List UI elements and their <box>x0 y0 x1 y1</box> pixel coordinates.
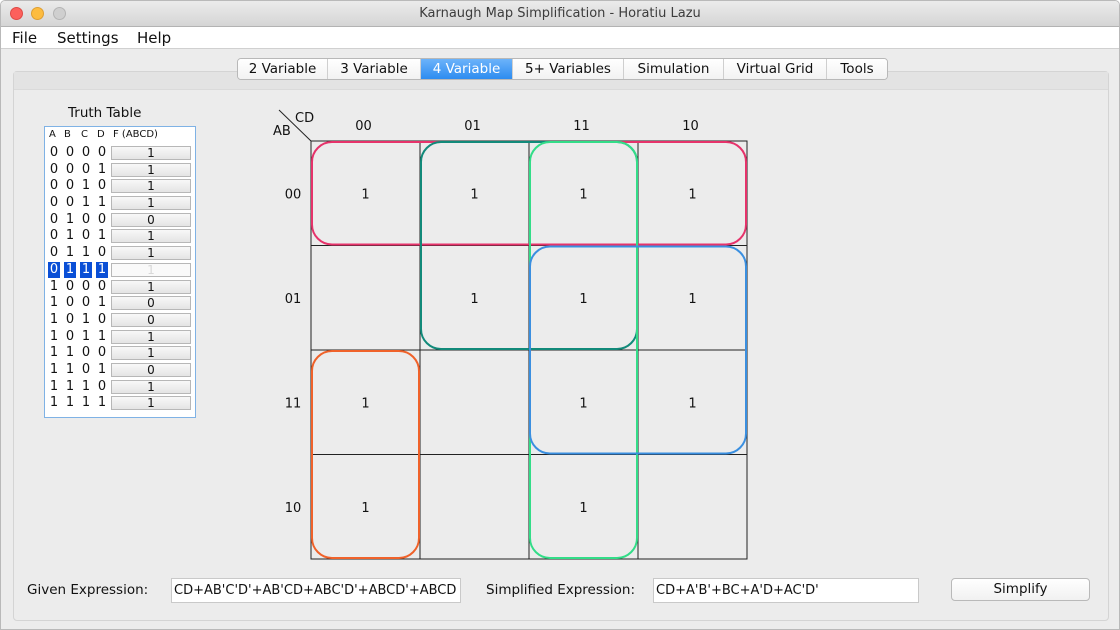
app-window: Karnaugh Map Simplification - Horatiu La… <box>0 0 1120 630</box>
kmap-cell-value[interactable]: 1 <box>579 292 587 307</box>
tab-5-plus-variables[interactable]: 5+ Variables <box>513 59 624 79</box>
kmap-cell-value[interactable]: 1 <box>361 187 369 202</box>
kmap-cell-value[interactable]: 1 <box>579 396 587 411</box>
tab-tools[interactable]: Tools <box>827 59 887 79</box>
kmap-cell-value[interactable]: 1 <box>688 292 696 307</box>
simplify-button[interactable]: Simplify <box>951 578 1090 601</box>
simplified-expression-field[interactable]: CD+A'B'+BC+A'D+AC'D' <box>653 578 919 603</box>
kmap-col-label: 00 <box>355 119 372 134</box>
kmap-col-label: 11 <box>573 119 590 134</box>
kmap-col-label: 10 <box>682 119 699 134</box>
tab-2-variable[interactable]: 2 Variable <box>238 59 328 79</box>
kmap-cell-value[interactable]: 1 <box>579 501 587 516</box>
given-expression-label: Given Expression: <box>27 582 149 598</box>
given-expression-value: CD+AB'C'D'+AB'CD+ABC'D'+ABCD'+ABCD <box>174 583 457 598</box>
given-expression-field[interactable]: CD+AB'C'D'+AB'CD+ABC'D'+ABCD'+ABCD <box>171 578 461 603</box>
kmap-cell-value[interactable]: 1 <box>688 187 696 202</box>
kmap-cell-value[interactable]: 1 <box>470 292 478 307</box>
simplified-expression-value: CD+A'B'+BC+A'D+AC'D' <box>656 583 819 598</box>
kmap-cell-value[interactable]: 1 <box>361 501 369 516</box>
kmap-corner-cd: CD <box>295 111 314 126</box>
karnaugh-map: CDAB 00 01 11 10000111101 1 1 11 1 11 1 11 1 <box>273 109 748 560</box>
tab-3-variable[interactable]: 3 Variable <box>328 59 421 79</box>
kmap-cell-value[interactable]: 1 <box>579 187 587 202</box>
kmap-row-label: 11 <box>285 396 302 411</box>
kmap-cell-value[interactable]: 1 <box>688 396 696 411</box>
tab-virtual-grid[interactable]: Virtual Grid <box>724 59 827 79</box>
simplified-expression-label: Simplified Expression: <box>486 582 636 598</box>
tab-simulation[interactable]: Simulation <box>624 59 724 79</box>
kmap-corner-ab: AB <box>273 124 291 139</box>
tab-4-variable[interactable]: 4 Variable <box>421 59 513 79</box>
kmap-cell-value[interactable]: 1 <box>470 187 478 202</box>
tab-bar: 2 Variable 3 Variable 4 Variable 5+ Vari… <box>237 58 888 80</box>
kmap-row-label: 01 <box>285 292 302 307</box>
kmap-row-label: 00 <box>285 187 302 202</box>
kmap-cell-value[interactable]: 1 <box>361 396 369 411</box>
kmap-col-label: 01 <box>464 119 481 134</box>
kmap-row-label: 10 <box>285 501 302 516</box>
